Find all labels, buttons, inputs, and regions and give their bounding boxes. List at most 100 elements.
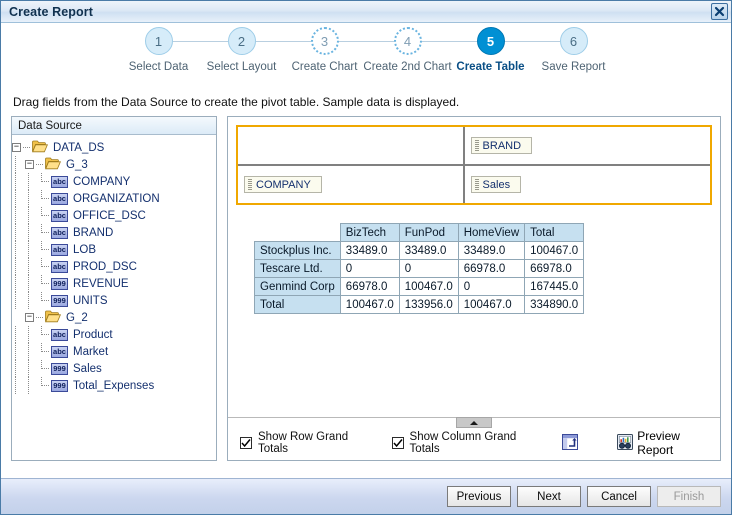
field-chip-company[interactable]: COMPANY <box>244 176 322 193</box>
table-corner-cell <box>254 223 341 242</box>
panel-splitter[interactable] <box>228 417 720 428</box>
tree-node-product[interactable]: abc Product <box>12 326 216 343</box>
step-number: 3 <box>310 27 339 55</box>
pivot-options-bar: Show Row Grand Totals Show Column Grand … <box>236 426 712 460</box>
tree-toggle-icon[interactable]: − <box>25 313 34 322</box>
wizard-step-select-layout[interactable]: 2 Select Layout <box>200 27 283 73</box>
finish-button: Finish <box>657 486 721 507</box>
tree-guide <box>38 241 51 258</box>
wizard-step-select-data[interactable]: 1 Select Data <box>117 27 200 73</box>
table-cell: 66978.0 <box>339 277 400 296</box>
next-button[interactable]: Next <box>517 486 581 507</box>
table-row: Genmind Corp 66978.0 100467.0 0 167445.0 <box>254 277 585 296</box>
pivot-drop-row-bottom: COMPANY Sales <box>238 166 710 203</box>
previous-button[interactable]: Previous <box>447 486 511 507</box>
tree-node-prod-dsc[interactable]: abc PROD_DSC <box>12 258 216 275</box>
table-header-row: BizTech FunPod HomeView Total <box>254 223 585 242</box>
table-cell: 334890.0 <box>524 295 585 314</box>
swap-rows-columns-button[interactable] <box>562 433 579 453</box>
field-chip-brand[interactable]: BRAND <box>470 137 533 154</box>
show-column-grand-totals-option[interactable]: Show Column Grand Totals <box>391 431 539 455</box>
close-icon <box>714 6 725 17</box>
tree-node-brand[interactable]: abc BRAND <box>12 224 216 241</box>
tree-toggle-icon[interactable]: − <box>25 160 34 169</box>
data-source-header: Data Source <box>12 117 216 135</box>
text-field-icon: abc <box>51 192 68 205</box>
text-field-icon: abc <box>51 175 68 188</box>
tree-node-data-ds[interactable]: − DATA_DS <box>12 139 216 156</box>
tree-guide <box>12 224 25 241</box>
tree-guide <box>12 258 25 275</box>
drop-cell-rows[interactable]: COMPANY <box>238 166 465 203</box>
dialog-title: Create Report <box>9 4 93 19</box>
tree-guide <box>25 275 38 292</box>
tree-guide <box>12 343 25 360</box>
tree-node-g-2[interactable]: − G_2 <box>12 309 216 326</box>
tree-guide <box>25 377 38 394</box>
tree-node-total-expenses[interactable]: 999 Total_Expenses <box>12 377 216 394</box>
swap-rows-columns-icon <box>562 433 579 453</box>
create-report-dialog: Create Report 1 Select Data 2 Select Layout… <box>0 0 732 515</box>
wizard-step-create-chart[interactable]: 3 Create Chart <box>283 27 366 73</box>
cancel-button[interactable]: Cancel <box>587 486 651 507</box>
tree-node-label: BRAND <box>73 226 114 239</box>
field-chip-sales[interactable]: Sales <box>470 176 522 193</box>
splitter-collapse-button[interactable] <box>456 417 492 428</box>
table-cell: 0 <box>339 259 400 278</box>
step-label: Save Report <box>541 61 606 73</box>
step-label: Create 2nd Chart <box>363 61 452 73</box>
step-number: 4 <box>393 27 422 55</box>
step-connector <box>255 41 283 42</box>
field-chip-label: COMPANY <box>256 178 311 191</box>
close-button[interactable] <box>711 3 728 20</box>
preview-report-button[interactable]: Preview Report <box>617 429 712 457</box>
step-label: Select Data <box>128 61 189 73</box>
table-cell: 100467.0 <box>524 241 585 260</box>
pivot-drop-zone[interactable]: BRAND COMPANY Sales <box>236 125 712 205</box>
pivot-drop-row-top: BRAND <box>238 127 710 166</box>
tree-guide <box>38 360 51 377</box>
table-row-header: Genmind Corp <box>254 277 341 296</box>
table-row: Total 100467.0 133956.0 100467.0 334890.0 <box>254 295 585 314</box>
wizard-step-create-table[interactable]: 5 Create Table <box>449 27 532 73</box>
text-field-icon: abc <box>51 209 68 222</box>
show-column-grand-totals-checkbox[interactable] <box>391 437 404 449</box>
wizard-step-save-report[interactable]: 6 Save Report <box>532 27 615 73</box>
tree-node-company[interactable]: abc COMPANY <box>12 173 216 190</box>
tree-node-label: Sales <box>73 362 102 375</box>
tree-node-office-dsc[interactable]: abc OFFICE_DSC <box>12 207 216 224</box>
tree-toggle-icon[interactable]: − <box>12 143 21 152</box>
title-bar: Create Report <box>1 1 731 23</box>
drop-cell-measures[interactable]: Sales <box>465 166 710 203</box>
drop-cell-corner[interactable] <box>238 127 465 164</box>
instruction-text: Drag fields from the Data Source to crea… <box>13 95 460 109</box>
tree-guide <box>25 173 38 190</box>
tree-node-sales[interactable]: 999 Sales <box>12 360 216 377</box>
folder-icon <box>32 140 49 156</box>
show-column-grand-totals-label: Show Column Grand Totals <box>409 431 517 455</box>
table-row-header: Stockplus Inc. <box>254 241 341 260</box>
tree-guide <box>38 377 51 394</box>
show-row-grand-totals-checkbox[interactable] <box>240 437 252 449</box>
tree-node-revenue[interactable]: 999 REVENUE <box>12 275 216 292</box>
table-row-header: Total <box>254 295 341 314</box>
show-row-grand-totals-option[interactable]: Show Row Grand Totals <box>240 431 371 455</box>
step-number: 5 <box>476 27 505 55</box>
pivot-table-wrap: BizTech FunPod HomeView Total Stockplus Inc.… <box>254 223 712 314</box>
tree-node-lob[interactable]: abc LOB <box>12 241 216 258</box>
tree-node-organization[interactable]: abc ORGANIZATION <box>12 190 216 207</box>
tree-node-g-3[interactable]: − G_3 <box>12 156 216 173</box>
wizard-step-create-2nd-chart[interactable]: 4 Create 2nd Chart <box>363 27 452 73</box>
tree-node-market[interactable]: abc Market <box>12 343 216 360</box>
table-cell: 100467.0 <box>398 277 459 296</box>
drag-grip-icon <box>248 179 252 190</box>
checkmark-icon <box>392 439 403 448</box>
drop-cell-columns[interactable]: BRAND <box>465 127 710 164</box>
tree-guide <box>12 190 25 207</box>
step-label: Create Chart <box>291 61 358 73</box>
data-source-tree[interactable]: − DATA_DS − G_3 abc COMPANY abc ORGANIZATION abc… <box>12 135 216 460</box>
step-connector <box>172 41 200 42</box>
tree-node-units[interactable]: 999 UNITS <box>12 292 216 309</box>
data-source-panel: Data Source − DATA_DS − G_3 abc COMPANY abc ORG… <box>11 116 217 461</box>
step-label: Create Table <box>456 61 525 73</box>
